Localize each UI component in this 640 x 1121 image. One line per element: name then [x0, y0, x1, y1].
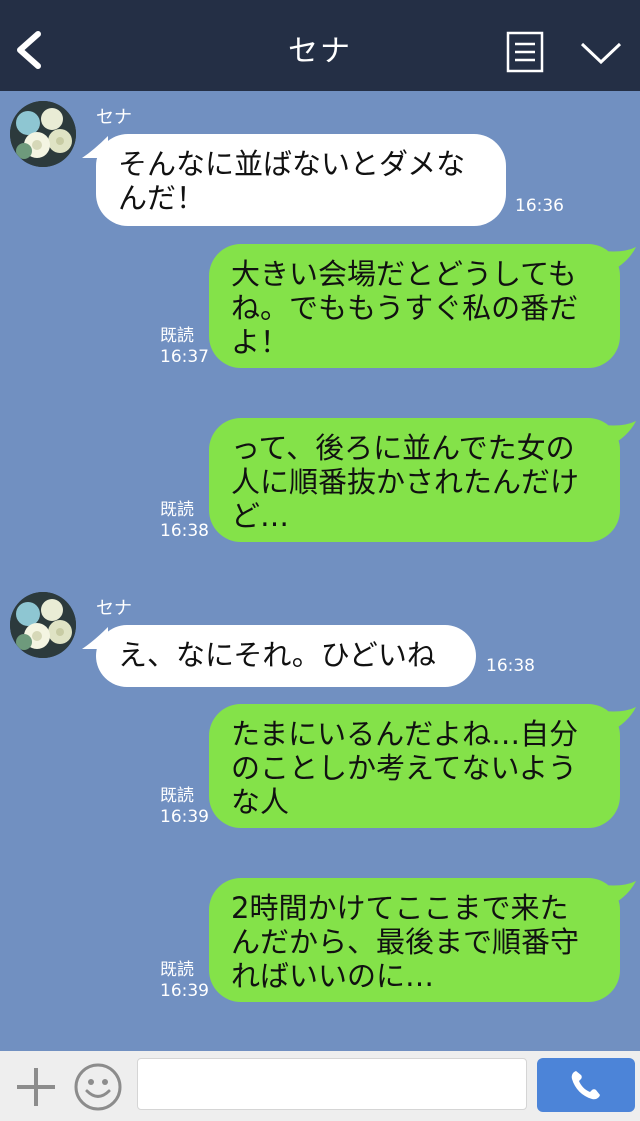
message-line: って、後ろに並んでた女の — [231, 431, 575, 465]
message-line: ど… — [231, 499, 290, 533]
message-line: よ！ — [231, 325, 290, 359]
message-line: え、なにそれ。ひどいね — [118, 638, 436, 672]
read-status: 既読 16:39 — [160, 786, 209, 828]
message-line: たまにいるんだよね…自分 — [231, 717, 579, 751]
message-bubble-outgoing[interactable]: 2時間かけてここまで来た んだから、最後まで順番守 ればいいのに… — [209, 878, 620, 1002]
read-status: 既読 16:39 — [160, 960, 209, 1002]
avatar[interactable] — [10, 101, 76, 167]
message-time: 16:38 — [486, 656, 535, 676]
message-bubble-outgoing[interactable]: たまにいるんだよね…自分 のことしか考えてないよう な人 — [209, 704, 620, 828]
message-bubble-outgoing[interactable]: 大きい会場だとどうしても ね。でももうすぐ私の番だ よ！ — [209, 244, 620, 368]
message-line: んだ！ — [118, 181, 206, 215]
message-line: そんなに並ばないとダメな — [118, 147, 466, 181]
rose-bouquet-icon — [10, 101, 76, 167]
read-label: 既読 — [160, 960, 194, 980]
sender-name: セナ — [96, 107, 132, 128]
smile-icon[interactable] — [73, 1062, 123, 1112]
phone-icon — [571, 1071, 600, 1100]
chat-title: セナ — [288, 34, 352, 69]
message-input-bar — [0, 1051, 640, 1121]
chevron-down-icon[interactable] — [578, 36, 624, 70]
message-bubble-outgoing[interactable]: って、後ろに並んでた女の 人に順番抜かされたんだけ ど… — [209, 418, 620, 542]
read-status: 既読 16:37 — [160, 326, 209, 368]
sender-name: セナ — [96, 598, 132, 619]
read-status: 既読 16:38 — [160, 500, 209, 542]
message-line: のことしか考えてないよう — [231, 751, 577, 785]
note-icon[interactable] — [506, 31, 544, 73]
message-input[interactable] — [137, 1058, 527, 1110]
message-line: 2時間かけてここまで来た — [231, 891, 569, 925]
message-line: 人に順番抜かされたんだけ — [231, 465, 580, 499]
message-line: ればいいのに… — [231, 959, 435, 993]
message-time: 16:39 — [160, 807, 209, 827]
read-label: 既読 — [160, 326, 194, 346]
message-line: 大きい会場だとどうしても — [231, 257, 577, 291]
message-bubble-incoming[interactable]: そんなに並ばないとダメな んだ！ — [96, 134, 506, 226]
call-button[interactable] — [537, 1058, 635, 1112]
message-time: 16:37 — [160, 347, 209, 367]
read-label: 既読 — [160, 500, 194, 520]
message-bubble-incoming[interactable]: え、なにそれ。ひどいね — [96, 625, 476, 687]
chat-header: セナ — [0, 0, 640, 91]
rose-bouquet-icon — [10, 592, 76, 658]
plus-icon[interactable] — [14, 1065, 58, 1109]
message-line: んだから、最後まで順番守 — [231, 925, 580, 959]
message-time: 16:38 — [160, 521, 209, 541]
read-label: 既読 — [160, 786, 194, 806]
avatar[interactable] — [10, 592, 76, 658]
message-line: な人 — [231, 785, 290, 819]
message-time: 16:39 — [160, 981, 209, 1001]
message-line: ね。でももうすぐ私の番だ — [231, 291, 579, 325]
message-time: 16:36 — [515, 196, 564, 216]
